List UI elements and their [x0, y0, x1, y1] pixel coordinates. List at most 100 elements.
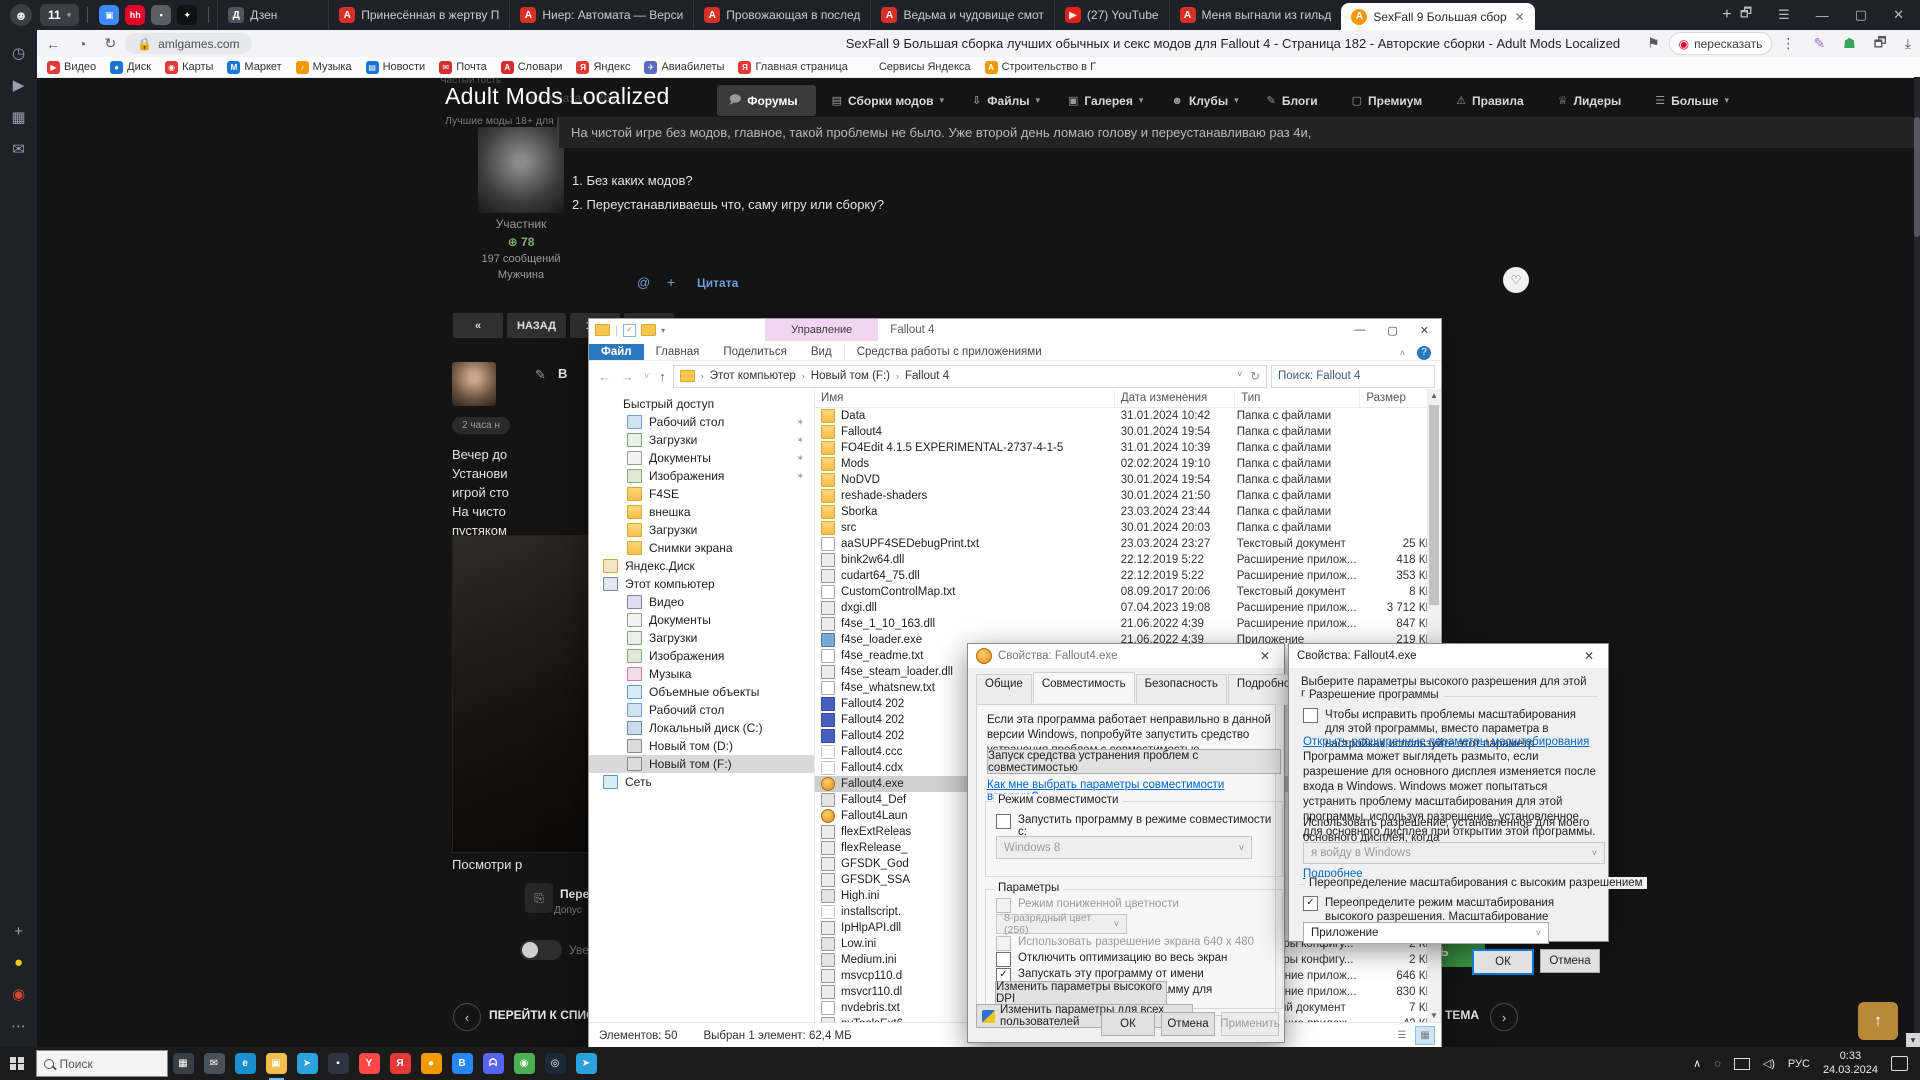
bookmark-item[interactable]: ● Диск	[110, 61, 151, 74]
back-icon[interactable]: ←	[46, 36, 60, 52]
post-author-avatar[interactable]	[478, 127, 564, 213]
column-header-name[interactable]: Имя	[815, 389, 1115, 407]
scroll-to-top-button[interactable]: ↑	[1858, 1002, 1898, 1040]
nav-pane-item[interactable]: Снимки экрана	[589, 539, 814, 557]
compat-os-dropdown[interactable]: Windows 8˅	[996, 836, 1252, 859]
messenger-icon[interactable]: ✉	[12, 140, 25, 158]
bookmark-item[interactable]: Сервисы Яндекса	[862, 61, 971, 74]
taskbar-app-icon[interactable]: Я	[390, 1053, 411, 1074]
new-tab-button[interactable]: +	[1714, 2, 1740, 28]
prev-arrow-icon[interactable]: ‹	[453, 1003, 481, 1031]
ribbon-tab-view[interactable]: Вид	[799, 344, 844, 360]
close-icon[interactable]: ✕	[1578, 649, 1600, 663]
nav-pane-item[interactable]: Этот компьютер	[589, 575, 814, 593]
attachment-icon[interactable]: ⎘	[525, 883, 553, 913]
refresh-icon[interactable]: ↻	[104, 35, 116, 52]
editor-bold-button[interactable]: B	[558, 366, 567, 381]
next-arrow-icon[interactable]: ›	[1490, 1003, 1518, 1031]
nav-pane-item[interactable]: Загрузки	[589, 521, 814, 539]
browser-tab[interactable]: ▶ (27) YouTube	[1054, 0, 1169, 30]
maximize-button[interactable]: ▢	[1855, 7, 1867, 23]
file-row[interactable]: reshade-shaders 30.01.2024 21:50 Папка с…	[815, 488, 1441, 504]
apply-button[interactable]: Применить	[1221, 1012, 1279, 1036]
taskbar-app-icon[interactable]: ◉	[514, 1053, 535, 1074]
tab-general[interactable]: Общие	[976, 674, 1032, 705]
network-icon[interactable]	[1734, 1058, 1750, 1070]
next-topic-link[interactable]: ТЕМА	[1445, 1008, 1479, 1022]
nav-pane-item[interactable]: Документы	[589, 611, 814, 629]
manage-ribbon-group[interactable]: Управление	[765, 319, 878, 341]
taskbar-app-icon[interactable]: Y	[359, 1053, 380, 1074]
reply-author-avatar[interactable]	[452, 362, 496, 406]
copy-icon[interactable]: 🗗	[1874, 32, 1887, 56]
menu-icon[interactable]: ☰	[1778, 7, 1790, 23]
notify-toggle[interactable]	[520, 940, 562, 960]
taskbar-app-icon[interactable]: ➤	[576, 1053, 597, 1074]
maximize-button[interactable]: ▢	[1387, 324, 1397, 337]
nav-pane-item[interactable]: F4SE	[589, 485, 814, 503]
breadcrumb[interactable]: Новый том (F:)	[811, 370, 890, 382]
ribbon-tab-home[interactable]: Главная	[644, 344, 712, 360]
scrollbar-thumb[interactable]	[1914, 117, 1920, 237]
scroll-up-icon[interactable]: ▲	[1427, 389, 1441, 403]
nav-forward-icon[interactable]: →	[618, 369, 637, 384]
close-button[interactable]: ✕	[1420, 324, 1429, 337]
bookmark-item[interactable]: ✈ Авиабилеты	[644, 61, 724, 74]
yandex-search-icon[interactable]: ●	[14, 954, 23, 971]
taskbar-app-icon[interactable]: ◎	[545, 1053, 566, 1074]
panel-toggle-icon[interactable]: 🗗	[1740, 4, 1752, 26]
file-row[interactable]: cudart64_75.dll 22.12.2019 5:22 Расширен…	[815, 568, 1441, 584]
breadcrumb[interactable]: Этот компьютер	[710, 370, 796, 382]
page-button[interactable]: НАЗАД	[507, 313, 566, 338]
dialog-title-bar[interactable]: Свойства: Fallout4.exe ✕	[1289, 644, 1608, 668]
action-center-icon[interactable]	[1891, 1056, 1908, 1071]
protect-shield-icon[interactable]: ☗	[1843, 35, 1856, 52]
reduced-color-checkbox[interactable]	[996, 898, 1011, 913]
nav-pane-item[interactable]: Новый том (F:)	[589, 755, 814, 773]
tab-compatibility[interactable]: Совместимость	[1033, 672, 1135, 703]
site-nav-item[interactable]: ✎ Блоги	[1255, 88, 1336, 114]
site-nav-item[interactable]: ▢ Премиум	[1340, 88, 1441, 114]
dpi-fix-checkbox[interactable]	[1303, 708, 1318, 723]
pinned-tab-icon[interactable]: ▣	[99, 5, 119, 25]
scrollbar-down-arrow[interactable]: ▾	[1906, 1033, 1920, 1047]
taskbar-app-icon[interactable]: В	[452, 1053, 473, 1074]
taskbar-app-icon[interactable]: ▣	[266, 1053, 287, 1074]
site-nav-item[interactable]: ▣ Галерея ▾	[1056, 88, 1155, 114]
change-dpi-button[interactable]: Изменить параметры высокого DPI	[995, 981, 1167, 1005]
nav-pane-item[interactable]: Документы ✶	[589, 449, 814, 467]
file-row[interactable]: dxgi.dll 07.04.2023 19:08 Расширение при…	[815, 600, 1441, 616]
nav-pane-item[interactable]: Загрузки	[589, 629, 814, 647]
dialog-title-bar[interactable]: Свойства: Fallout4.exe ✕	[968, 644, 1284, 668]
browser-tab[interactable]: A Ведьма и чудовище смот	[870, 0, 1053, 30]
pinned-tab-icon[interactable]: ✦	[177, 5, 197, 25]
nav-pane-item[interactable]: Загрузки ✶	[589, 431, 814, 449]
browser-tab[interactable]: A Принесённая в жертву П	[328, 0, 509, 30]
reputation-badge[interactable]: ⊕ 78	[448, 235, 594, 249]
site-nav-item[interactable]: ▤ Сборки модов ▾	[820, 88, 956, 114]
download-icon[interactable]: ⤓	[1905, 35, 1911, 52]
scroll-down-icon[interactable]: ▼	[1427, 1009, 1441, 1023]
tab-close-icon[interactable]: ✕	[1515, 10, 1525, 24]
scroll-thumb[interactable]	[1429, 405, 1439, 605]
bookmark-item[interactable]: ♪ Музыка	[296, 61, 352, 74]
clock[interactable]: 0:33 24.03.2024	[1823, 1050, 1878, 1078]
browser-tab[interactable]: A Ниер: Автомата — Верси	[509, 0, 693, 30]
file-row[interactable]: NoDVD 30.01.2024 19:54 Папка с файлами	[815, 472, 1441, 488]
nav-pane-item[interactable]: Музыка	[589, 665, 814, 683]
ok-button[interactable]: ОК	[1472, 949, 1534, 975]
qat-customize-icon[interactable]: ▾	[661, 326, 665, 335]
browser-tab[interactable]: A SexFall 9 Большая сбор ✕	[1341, 3, 1534, 30]
minimize-button[interactable]: —	[1816, 8, 1829, 23]
column-header-date[interactable]: Дата изменения	[1115, 389, 1235, 407]
when-dropdown[interactable]: я войду в Windows˅	[1303, 842, 1605, 864]
browser-profile-avatar[interactable]: ☻	[10, 4, 32, 26]
ribbon-tab-file[interactable]: Файл	[589, 344, 644, 360]
nav-pane-item[interactable]: внешка	[589, 503, 814, 521]
file-row[interactable]: f4se_1_10_163.dll 21.06.2022 4:39 Расшир…	[815, 616, 1441, 632]
nav-recent-icon[interactable]: ˅	[641, 371, 652, 381]
site-nav-item[interactable]: 🗩 Форумы	[717, 85, 816, 116]
file-row[interactable]: Data 31.01.2024 10:42 Папка с файлами	[815, 408, 1441, 424]
sidebar-more-icon[interactable]: ⋯	[11, 1017, 26, 1035]
explorer-search-box[interactable]: Поиск: Fallout 4	[1271, 365, 1435, 388]
